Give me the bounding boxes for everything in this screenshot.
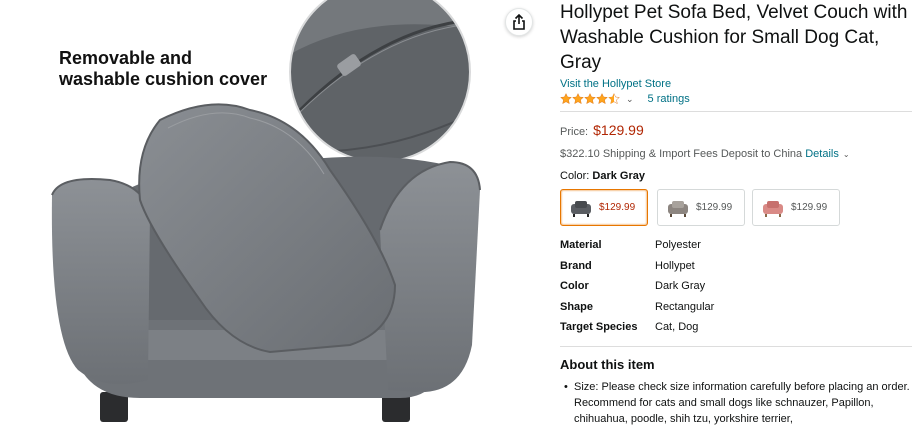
about-bullet-list: Size: Please check size information care… [560, 379, 912, 427]
spec-key: Color [560, 280, 589, 293]
color-swatch-pink[interactable]: $129.99 [752, 189, 840, 226]
color-label: Color: [560, 170, 590, 182]
product-image-pane: Removable and washable cushion cover [0, 0, 545, 429]
spec-value: Hollypet [655, 259, 695, 272]
rating-row: ⌄ 5 ratings [560, 91, 912, 107]
spec-value: Dark Gray [655, 280, 706, 293]
spec-key: Material [560, 239, 602, 251]
divider [560, 111, 912, 112]
spec-row: Target Species Cat, Dog [560, 317, 714, 338]
color-swatches: $129.99 $129.99 $129.99 [560, 189, 912, 226]
price-label: Price: [560, 126, 589, 138]
share-icon [513, 14, 525, 30]
shipping-text: $322.10 Shipping & Import Fees Deposit t… [560, 148, 803, 160]
store-link[interactable]: Visit the Hollypet Store [560, 77, 912, 91]
ratings-count-link[interactable]: 5 ratings [648, 93, 690, 105]
half-star-icon [608, 93, 620, 105]
price-row: Price: $129.99 [560, 122, 912, 138]
color-swatch-dark-gray[interactable]: $129.99 [560, 189, 648, 226]
price-value: $129.99 [593, 122, 644, 138]
star-icon [584, 93, 596, 105]
about-bullet: Size: Please check size information care… [564, 379, 912, 427]
sofa-thumbnail-icon [571, 200, 591, 217]
spec-row: Material Polyester [560, 235, 714, 256]
swatch-price: $129.99 [696, 202, 733, 213]
product-details: Hollypet Pet Sofa Bed, Velvet Couch with… [560, 0, 912, 429]
color-selected-value: Dark Gray [592, 170, 645, 182]
star-icon [560, 93, 572, 105]
divider [560, 345, 912, 347]
about-this-item-heading: About this item [560, 356, 655, 372]
star-icon [596, 93, 608, 105]
spec-key: Brand [560, 259, 592, 272]
spec-row: Color Dark Gray [560, 276, 714, 297]
share-button[interactable] [505, 8, 533, 36]
spec-row: Shape Rectangular [560, 297, 714, 318]
sofa-thumbnail-icon [668, 200, 688, 217]
image-caption-line2: washable cushion cover [59, 69, 268, 89]
spec-row: Brand Hollypet [560, 256, 714, 277]
chevron-down-icon[interactable]: ⌄ [843, 150, 850, 159]
spec-value: Polyester [655, 239, 701, 251]
swatch-price: $129.99 [791, 202, 828, 213]
shipping-info: $322.10 Shipping & Import Fees Deposit t… [560, 148, 912, 160]
product-specs-table: Material Polyester Brand Hollypet Color … [560, 235, 714, 338]
spec-value: Rectangular [655, 300, 715, 313]
star-icon [572, 93, 584, 105]
product-title: Hollypet Pet Sofa Bed, Velvet Couch with… [560, 2, 908, 73]
swatch-price: $129.99 [599, 202, 636, 213]
image-caption: Removable and washable cushion cover [59, 48, 267, 90]
chevron-down-icon[interactable]: ⌄ [626, 94, 634, 105]
spec-key: Target Species [560, 321, 638, 334]
color-selection-label: Color: Dark Gray [560, 170, 912, 182]
spec-value: Cat, Dog [655, 321, 699, 334]
sofa-thumbnail-icon [763, 200, 783, 217]
star-rating[interactable] [560, 93, 620, 105]
shipping-details-link[interactable]: Details [805, 148, 839, 160]
color-swatch-light-gray[interactable]: $129.99 [657, 189, 745, 226]
image-caption-line1: Removable and [59, 48, 193, 68]
spec-key: Shape [560, 300, 594, 313]
